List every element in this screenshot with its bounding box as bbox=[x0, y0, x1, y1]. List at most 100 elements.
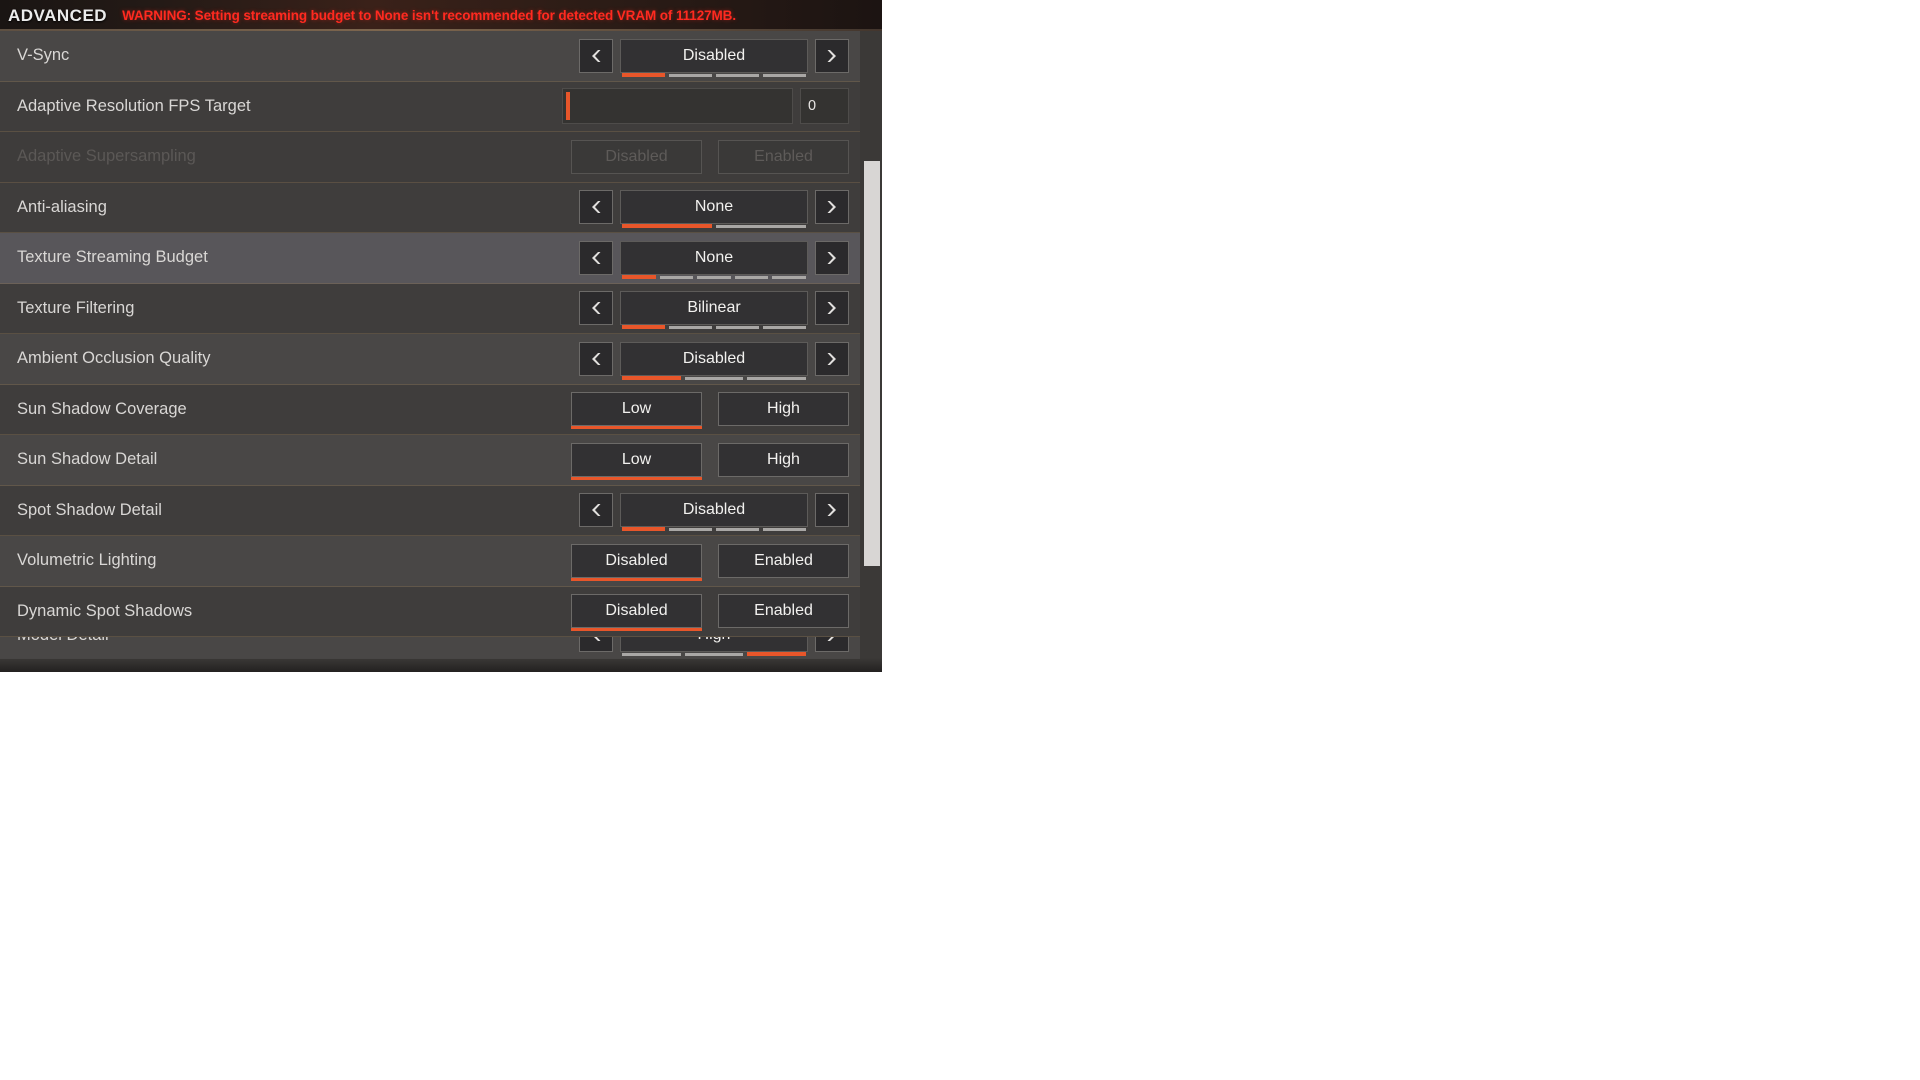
setting-row-texture-streaming-budget[interactable]: Texture Streaming Budget None bbox=[0, 233, 882, 284]
slider-handle[interactable] bbox=[566, 92, 570, 121]
stepper-value: High bbox=[698, 637, 731, 644]
setting-label: Anti-aliasing bbox=[17, 197, 107, 216]
scrollbar-track[interactable] bbox=[860, 31, 882, 672]
setting-control: None bbox=[579, 240, 882, 279]
setting-label: Texture Filtering bbox=[17, 298, 135, 317]
page-title: ADVANCED bbox=[8, 5, 108, 25]
segment bbox=[684, 653, 744, 656]
stepper-value: Bilinear bbox=[687, 299, 741, 317]
segment bbox=[716, 528, 759, 532]
toggle-option-enabled[interactable]: Enabled bbox=[718, 543, 849, 578]
setting-row-sun-shadow-detail[interactable]: Sun Shadow Detail Low High bbox=[0, 435, 882, 486]
segment bbox=[669, 73, 712, 77]
segment bbox=[763, 73, 806, 77]
setting-control: Disabled Enabled bbox=[571, 543, 882, 581]
stepper-value-box[interactable]: None bbox=[620, 240, 808, 279]
setting-row-model-detail[interactable]: Model Detail High bbox=[0, 637, 882, 659]
toggle-option-low[interactable]: Low bbox=[571, 392, 702, 430]
segment bbox=[659, 275, 694, 279]
setting-row-texture-filtering[interactable]: Texture Filtering Bilinear bbox=[0, 283, 882, 334]
chevron-left-icon[interactable] bbox=[579, 190, 613, 225]
toggle-option-high[interactable]: High bbox=[718, 392, 849, 427]
setting-label: Ambient Occlusion Quality bbox=[17, 349, 211, 368]
bottom-fade bbox=[0, 658, 882, 672]
setting-row-volumetric-lighting[interactable]: Volumetric Lighting Disabled Enabled bbox=[0, 536, 882, 587]
chevron-right-icon[interactable] bbox=[815, 341, 849, 376]
setting-control: Bilinear bbox=[579, 291, 882, 330]
chevron-left-icon[interactable] bbox=[579, 637, 613, 652]
segment bbox=[734, 275, 769, 279]
segment bbox=[716, 73, 759, 77]
stepper-value: None bbox=[694, 198, 734, 216]
segment bbox=[747, 376, 807, 380]
stepper-value-box[interactable]: Disabled bbox=[620, 38, 808, 77]
segment-indicator bbox=[622, 224, 806, 229]
slider-track[interactable] bbox=[562, 88, 793, 125]
chevron-left-icon[interactable] bbox=[579, 240, 613, 275]
setting-control: Disabled Enabled bbox=[571, 139, 882, 174]
setting-label: V-Sync bbox=[17, 46, 70, 65]
settings-list: V-Sync Disabled Adaptive Resolution FPS Ta… bbox=[0, 31, 882, 659]
chevron-left-icon[interactable] bbox=[579, 291, 613, 326]
setting-control: High bbox=[579, 637, 882, 656]
chevron-left-icon[interactable] bbox=[579, 341, 613, 376]
chevron-right-icon[interactable] bbox=[815, 291, 849, 326]
stepper-value: Disabled bbox=[682, 501, 746, 519]
stepper-value-box[interactable]: High bbox=[620, 637, 808, 656]
chevron-right-icon[interactable] bbox=[815, 637, 849, 652]
segment bbox=[763, 326, 806, 330]
toggle-option-disabled[interactable]: Disabled bbox=[571, 594, 702, 632]
segment-indicator bbox=[622, 274, 806, 279]
segment bbox=[622, 325, 665, 330]
segment bbox=[772, 275, 806, 279]
setting-label: Volumetric Lighting bbox=[17, 551, 157, 570]
toggle-label: Enabled bbox=[754, 602, 813, 620]
stepper-value-box[interactable]: Disabled bbox=[620, 341, 808, 380]
segment bbox=[622, 72, 665, 77]
setting-row-ambient-occlusion-quality[interactable]: Ambient Occlusion Quality Disabled bbox=[0, 334, 882, 385]
setting-control: Low High bbox=[571, 392, 882, 430]
advanced-settings-panel: ADVANCED WARNING: Setting streaming budg… bbox=[0, 0, 882, 672]
stepper-value-box[interactable]: Bilinear bbox=[620, 291, 808, 330]
toggle-option-enabled[interactable]: Enabled bbox=[718, 594, 849, 629]
toggle-label: Enabled bbox=[754, 147, 813, 165]
segment-indicator bbox=[622, 652, 807, 656]
setting-control: Low High bbox=[571, 442, 882, 480]
panel-header: ADVANCED WARNING: Setting streaming budg… bbox=[0, 0, 882, 31]
stepper-value-box[interactable]: None bbox=[620, 190, 808, 229]
chevron-left-icon[interactable] bbox=[579, 38, 613, 73]
toggle-label: Disabled bbox=[605, 551, 668, 569]
chevron-right-icon[interactable] bbox=[815, 38, 849, 73]
segment bbox=[622, 274, 656, 279]
segment-indicator bbox=[622, 72, 806, 77]
setting-label: Adaptive Resolution FPS Target bbox=[17, 96, 251, 115]
setting-label: Sun Shadow Coverage bbox=[17, 399, 187, 418]
setting-row-adaptive-resolution-fps-target[interactable]: Adaptive Resolution FPS Target 0 bbox=[0, 81, 882, 132]
chevron-right-icon[interactable] bbox=[815, 493, 849, 528]
setting-row-anti-aliasing[interactable]: Anti-aliasing None bbox=[0, 182, 882, 233]
chevron-right-icon[interactable] bbox=[815, 240, 849, 275]
stepper-value: Disabled bbox=[682, 46, 746, 64]
segment bbox=[622, 224, 712, 229]
setting-row-adaptive-supersampling[interactable]: Adaptive Supersampling Disabled Enabled bbox=[0, 132, 882, 183]
toggle-option-low[interactable]: Low bbox=[571, 442, 702, 480]
slider-value-field[interactable]: 0 bbox=[800, 88, 849, 125]
toggle-option-disabled: Disabled bbox=[571, 139, 702, 174]
scrollbar-thumb[interactable] bbox=[864, 161, 880, 566]
setting-row-dynamic-spot-shadows[interactable]: Dynamic Spot Shadows Disabled Enabled bbox=[0, 586, 882, 637]
segment-indicator bbox=[622, 527, 806, 532]
setting-row-v-sync[interactable]: V-Sync Disabled bbox=[0, 31, 882, 82]
setting-control: None bbox=[579, 190, 882, 229]
segment-indicator bbox=[622, 375, 807, 380]
toggle-option-disabled[interactable]: Disabled bbox=[571, 543, 702, 581]
chevron-right-icon[interactable] bbox=[815, 190, 849, 225]
stepper-value-box[interactable]: Disabled bbox=[620, 493, 808, 532]
warning-message: WARNING: Setting streaming budget to Non… bbox=[122, 8, 736, 23]
segment bbox=[716, 225, 806, 229]
chevron-left-icon[interactable] bbox=[579, 493, 613, 528]
toggle-label: High bbox=[767, 400, 800, 418]
setting-row-sun-shadow-coverage[interactable]: Sun Shadow Coverage Low High bbox=[0, 384, 882, 435]
setting-label: Spot Shadow Detail bbox=[17, 500, 162, 519]
toggle-option-high[interactable]: High bbox=[718, 442, 849, 477]
setting-row-spot-shadow-detail[interactable]: Spot Shadow Detail Disabled bbox=[0, 485, 882, 536]
